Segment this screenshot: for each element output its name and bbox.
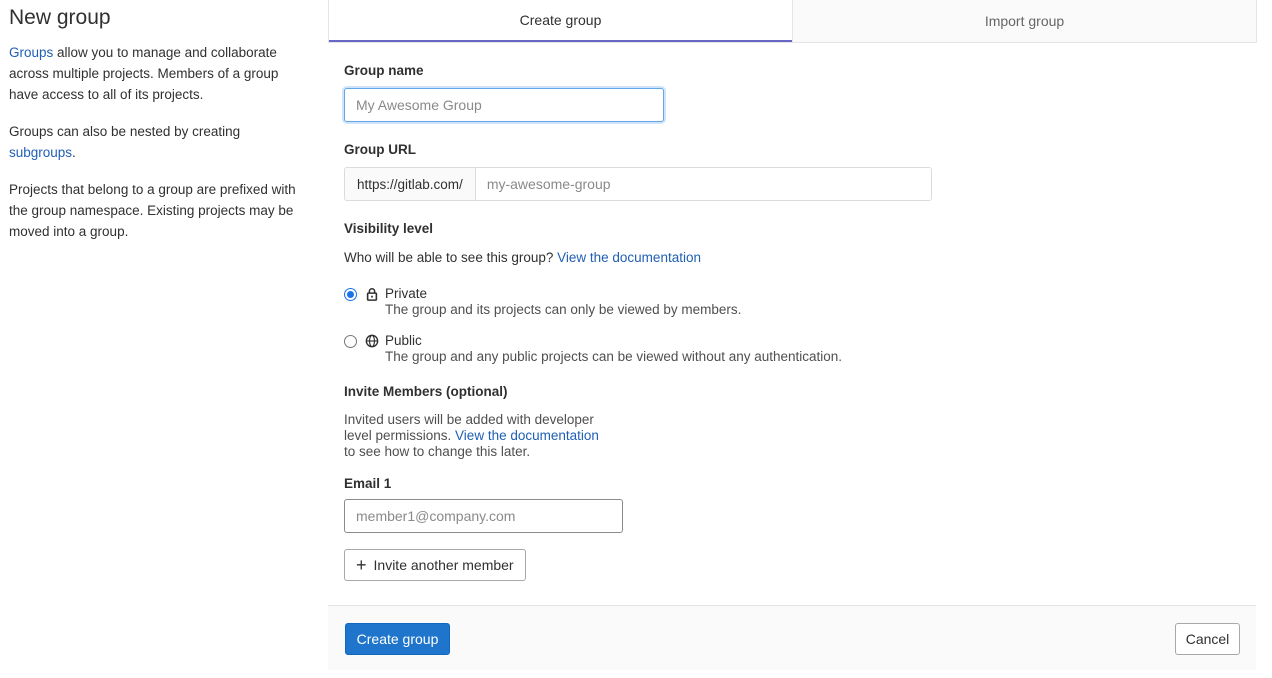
visibility-option-private[interactable]: Private The group and its projects can o… [344, 286, 741, 318]
invite-another-member-button[interactable]: + Invite another member [344, 549, 526, 581]
invite-line-3: to see how to change this later. [344, 444, 531, 459]
private-description: The group and its projects can only be v… [385, 302, 742, 317]
group-name-label: Group name [344, 63, 424, 78]
private-radio[interactable] [344, 288, 357, 301]
public-text: Public The group and any public projects… [385, 333, 842, 365]
group-url-field: https://gitlab.com/ [344, 167, 932, 201]
description-paragraph-2: Groups can also be nested by creating su… [9, 121, 299, 163]
private-text: Private The group and its projects can o… [385, 286, 741, 318]
subgroups-link[interactable]: subgroups [9, 145, 72, 160]
public-description: The group and any public projects can be… [385, 349, 843, 364]
invite-members-label: Invite Members (optional) [344, 384, 508, 399]
invite-another-member-label: Invite another member [373, 557, 514, 573]
visibility-label: Visibility level [344, 221, 434, 236]
tab-create-group[interactable]: Create group [329, 0, 792, 42]
tab-import-group[interactable]: Import group [792, 0, 1256, 42]
cancel-button[interactable]: Cancel [1175, 623, 1240, 655]
group-name-input[interactable] [344, 88, 664, 122]
description-text-2: Groups can also be nested by creating [9, 124, 241, 139]
form-footer: Create group Cancel [328, 605, 1256, 670]
email-1-label: Email 1 [344, 476, 392, 491]
description-paragraph-3: Projects that belong to a group are pref… [9, 182, 296, 239]
description: Groups allow you to manage and collabora… [9, 42, 299, 242]
visibility-option-public[interactable]: Public The group and any public projects… [344, 333, 842, 365]
visibility-question-text: Who will be able to see this group? [344, 250, 558, 265]
visibility-question: Who will be able to see this group? View… [344, 250, 701, 266]
public-radio[interactable] [344, 335, 357, 348]
invite-line-2: level permissions. View the documentatio… [344, 428, 599, 444]
lock-icon [366, 288, 378, 301]
url-prefix: https://gitlab.com/ [345, 168, 476, 200]
main-panel: Create group Import group Group name Gro… [328, 0, 1257, 678]
visibility-docs-link[interactable]: View the documentation [557, 250, 701, 265]
invite-line-1: Invited users will be added with develop… [344, 412, 594, 427]
tab-bar: Create group Import group [328, 0, 1257, 43]
public-title: Public [385, 333, 422, 348]
sidebar-description: New group Groups allow you to manage and… [9, 6, 299, 258]
groups-link[interactable]: Groups [9, 45, 53, 60]
invite-line-2-text: level permissions. [344, 428, 456, 443]
plus-icon: + [356, 555, 367, 575]
page-title: New group [9, 6, 111, 29]
group-url-label: Group URL [344, 142, 416, 157]
invite-docs-link[interactable]: View the documentation [455, 428, 599, 443]
create-group-button[interactable]: Create group [345, 623, 450, 655]
email-1-input[interactable] [344, 499, 623, 533]
globe-icon [365, 334, 379, 348]
private-title: Private [385, 286, 428, 301]
description-paragraph-1: Groups allow you to manage and collabora… [9, 42, 299, 105]
description-period: . [72, 145, 76, 160]
group-url-input[interactable] [475, 168, 931, 200]
